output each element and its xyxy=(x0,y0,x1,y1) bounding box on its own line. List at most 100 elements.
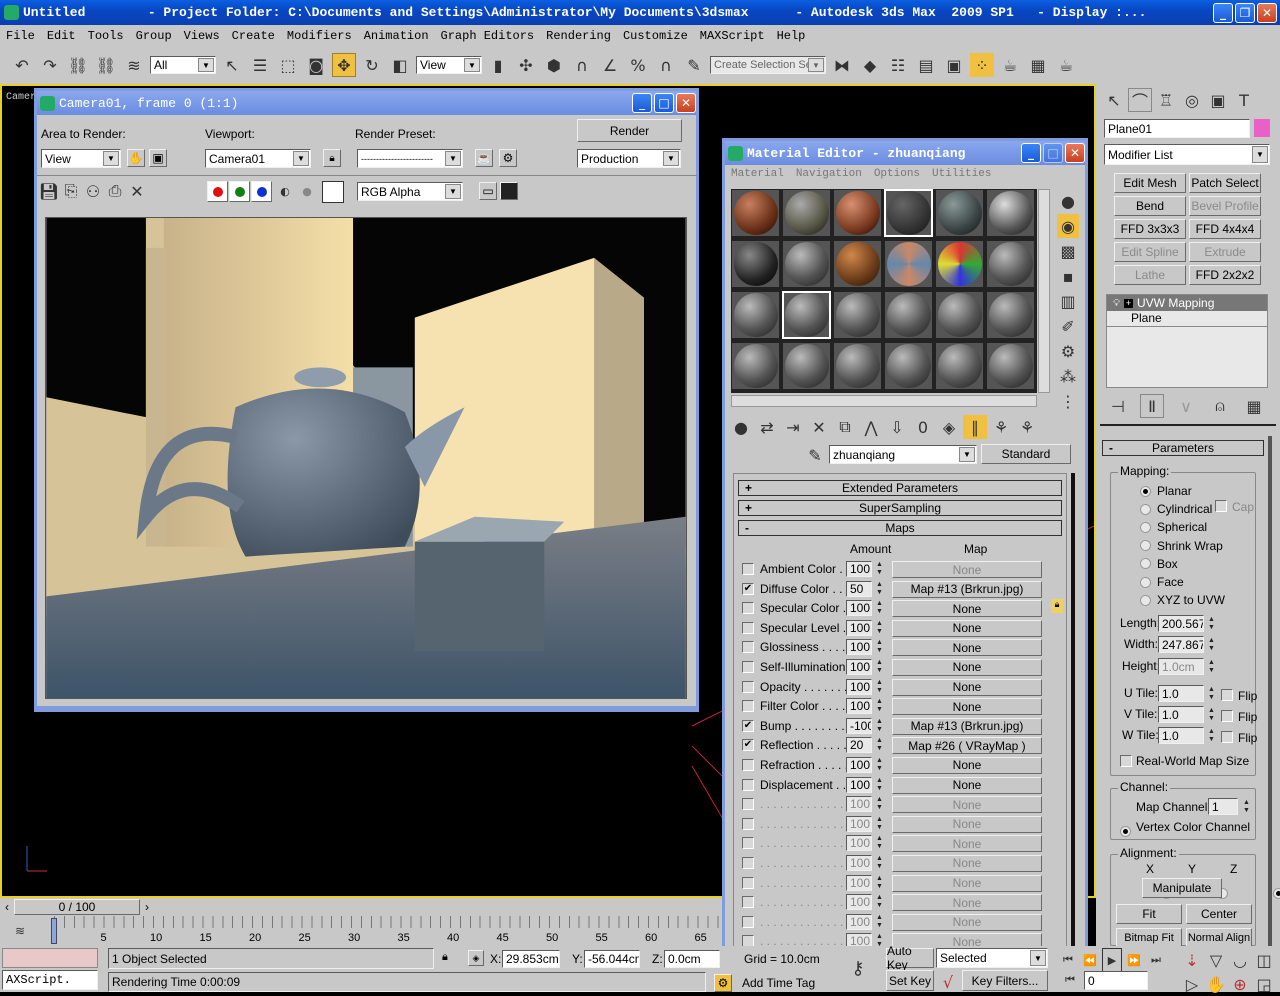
sample-slot[interactable] xyxy=(731,291,780,339)
menu-create[interactable]: Create xyxy=(226,29,281,43)
menu-help[interactable]: Help xyxy=(771,29,812,43)
toggle-ui-button[interactable] xyxy=(500,182,518,200)
save-image-icon[interactable]: 💾︎ xyxy=(37,179,61,203)
map-amount-field[interactable]: 100 xyxy=(846,913,872,930)
height-field[interactable]: 1.0cm xyxy=(1158,658,1204,675)
mapping-radio[interactable] xyxy=(1140,503,1151,515)
prev-frame-arrow[interactable]: ‹ xyxy=(0,900,14,914)
map-slot-button[interactable]: None xyxy=(892,894,1042,912)
render-setup-icon[interactable]: ☕ xyxy=(998,53,1022,77)
me-minimize-button[interactable]: _ xyxy=(1021,143,1041,163)
map-amount-field[interactable]: 100 xyxy=(846,796,872,813)
select-link-icon[interactable]: ⛓ xyxy=(66,53,90,77)
sample-slot[interactable] xyxy=(884,240,933,288)
put-to-scene-icon[interactable]: ⇄ xyxy=(755,415,779,439)
modifier-button-edit-spline[interactable]: Edit Spline xyxy=(1114,242,1186,262)
real-world-map-size-checkbox[interactable] xyxy=(1120,755,1132,767)
bind-space-warp-icon[interactable]: ≋ xyxy=(122,53,146,77)
w-tile-spinner[interactable]: ▲ ▼ xyxy=(1207,728,1216,744)
map-channel-radio[interactable] xyxy=(1120,826,1131,837)
uv-tiling-icon[interactable]: ▪ xyxy=(1057,264,1079,288)
map-amount-spinner[interactable]: ▲ ▼ xyxy=(875,737,884,753)
u-tile-spinner[interactable]: ▲ ▼ xyxy=(1207,686,1216,702)
set-key-icon[interactable]: ⚷ xyxy=(846,956,870,980)
clear-icon[interactable]: ✕ xyxy=(125,179,149,203)
display-tab-icon[interactable]: ▣ xyxy=(1206,88,1230,112)
render-mode-dropdown[interactable]: Production xyxy=(577,149,681,168)
map-amount-spinner[interactable]: ▲ ▼ xyxy=(875,933,884,946)
map-amount-spinner[interactable]: ▲ ▼ xyxy=(875,757,884,773)
edit-region-button[interactable]: ✋ xyxy=(127,149,145,167)
rotate-icon[interactable]: ↻ xyxy=(360,53,384,77)
redo-icon[interactable]: ↷ xyxy=(38,53,62,77)
map-amount-field[interactable]: 100 xyxy=(846,658,872,675)
map-slot-button[interactable]: None xyxy=(892,835,1042,853)
time-tag-icon[interactable]: ⚙ xyxy=(714,974,732,992)
material-map-navigator-icon[interactable]: ⋮ xyxy=(1057,389,1079,413)
get-material-icon[interactable]: ● xyxy=(729,415,753,439)
object-name-field[interactable]: Plane01 xyxy=(1104,119,1250,138)
material-id-icon[interactable]: 0 xyxy=(911,415,935,439)
map-slot-button[interactable]: None xyxy=(892,600,1042,618)
normal-align-button[interactable]: Normal Align xyxy=(1186,928,1252,948)
map-enable-checkbox[interactable] xyxy=(742,700,754,713)
me-menu-material[interactable]: Material xyxy=(725,168,790,180)
extended-parameters-rollout[interactable]: + Extended Parameters xyxy=(738,480,1062,496)
sample-slot[interactable] xyxy=(833,342,882,390)
mapping-option-cylindrical[interactable]: Cylindrical xyxy=(1140,500,1225,518)
map-enable-checkbox[interactable] xyxy=(742,778,754,791)
sample-slot[interactable] xyxy=(986,342,1035,390)
menu-modifiers[interactable]: Modifiers xyxy=(281,29,358,43)
mapping-option-face[interactable]: Face xyxy=(1140,573,1225,591)
next-frame-arrow[interactable]: › xyxy=(140,900,154,914)
menu-maxscript[interactable]: MAXScript xyxy=(694,29,771,43)
select-by-name-icon[interactable]: ☰ xyxy=(248,53,272,77)
pan-icon[interactable]: ✋ xyxy=(1204,972,1228,996)
blue-channel-toggle[interactable] xyxy=(251,181,272,202)
curve-editor-icon[interactable]: ▤ xyxy=(914,53,938,77)
track-bar[interactable]: ≋ 05101520253035404550556065 xyxy=(0,916,724,946)
map-amount-spinner[interactable]: ▲ ▼ xyxy=(875,875,884,891)
map-amount-field[interactable]: 100 xyxy=(846,698,872,715)
map-enable-checkbox[interactable]: ✔ xyxy=(742,719,754,732)
video-color-check-icon[interactable]: ▥ xyxy=(1057,289,1079,313)
map-amount-spinner[interactable]: ▲ ▼ xyxy=(875,914,884,930)
previous-frame-icon[interactable]: ⏪ xyxy=(1080,948,1100,972)
menu-rendering[interactable]: Rendering xyxy=(540,29,617,43)
monochrome-icon[interactable]: ● xyxy=(295,179,319,203)
map-amount-spinner[interactable]: ▲ ▼ xyxy=(875,581,884,597)
menu-edit[interactable]: Edit xyxy=(41,29,82,43)
sample-slot[interactable] xyxy=(986,189,1035,237)
z-coordinate-field[interactable]: 0.0cm xyxy=(664,950,720,968)
map-enable-checkbox[interactable] xyxy=(742,837,754,850)
map-amount-field[interactable]: 100 xyxy=(846,933,872,946)
map-amount-spinner[interactable]: ▲ ▼ xyxy=(875,835,884,851)
align-z-radio[interactable] xyxy=(1273,888,1280,899)
copy-image-icon[interactable]: ⎘ xyxy=(59,179,83,203)
v-tile-field[interactable]: 1.0 xyxy=(1158,706,1204,723)
modifier-button-ffd-4x4x4[interactable]: FFD 4x4x4 xyxy=(1189,219,1261,239)
map-amount-spinner[interactable]: ▲ ▼ xyxy=(875,777,884,793)
lightbulb-icon[interactable]: 💡︎ xyxy=(1113,298,1120,309)
map-slot-button[interactable]: None xyxy=(892,678,1042,696)
named-selection-icon[interactable]: ✎ xyxy=(682,53,706,77)
undo-icon[interactable]: ↶ xyxy=(10,53,34,77)
pivot-center-icon[interactable]: ▮ xyxy=(486,53,510,77)
object-color-swatch[interactable] xyxy=(1254,119,1270,137)
angle-snap-icon[interactable]: ∠ xyxy=(598,53,622,77)
snap-toggle-icon[interactable]: ∩ xyxy=(570,53,594,77)
render-button[interactable]: Render xyxy=(577,119,682,142)
modifier-button-bend[interactable]: Bend xyxy=(1114,196,1186,216)
map-amount-spinner[interactable]: ▲ ▼ xyxy=(875,855,884,871)
v-flip-checkbox[interactable] xyxy=(1221,710,1233,722)
map-enable-checkbox[interactable] xyxy=(742,621,754,634)
align-icon[interactable]: ◆ xyxy=(858,53,882,77)
maximize-button[interactable]: ❐ xyxy=(1235,2,1255,23)
sample-slot[interactable] xyxy=(782,291,831,339)
render-close-button[interactable]: ✕ xyxy=(676,93,696,113)
map-enable-checkbox[interactable] xyxy=(742,602,754,615)
key-tangent-icon[interactable]: √ xyxy=(936,970,960,994)
modifier-button-extrude[interactable]: Extrude xyxy=(1189,242,1261,262)
color-swatch[interactable] xyxy=(322,181,344,203)
sample-slot[interactable] xyxy=(884,342,933,390)
